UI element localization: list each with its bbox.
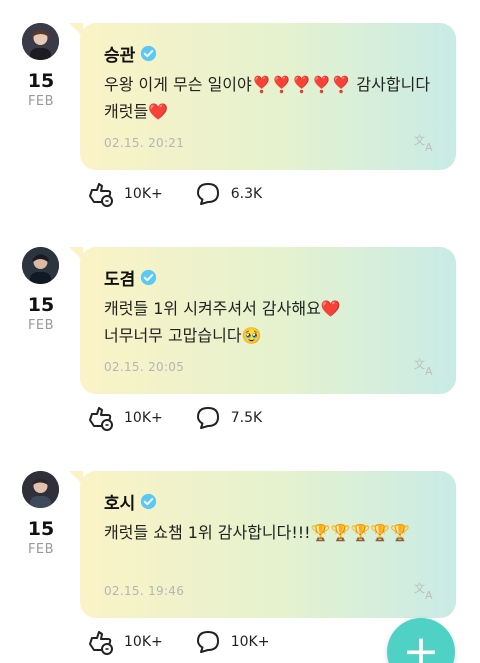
- translate-icon[interactable]: 文 A: [414, 356, 438, 376]
- like-count: 10K+: [124, 634, 163, 650]
- comment-icon: [196, 631, 219, 653]
- date-day: 15: [27, 518, 55, 540]
- verified-icon: [141, 493, 157, 510]
- comment-icon: [196, 407, 219, 429]
- post: 15 FEB 승관 우왕 이게 무슨 일이야❣️❣️❣️❣️❣️ 감사합니다 캐…: [0, 0, 480, 224]
- date-day: 15: [27, 70, 55, 92]
- post: 15 FEB 도겸 캐럿들 1위 시켜주셔서 감사해요❤️ 너무너무 고맙습니다…: [0, 224, 480, 448]
- plus-icon: +: [402, 626, 440, 663]
- date-month: FEB: [27, 318, 55, 333]
- feed: 15 FEB 승관 우왕 이게 무슨 일이야❣️❣️❣️❣️❣️ 감사합니다 캐…: [0, 0, 480, 663]
- post-time: 02.15. 20:21: [104, 136, 185, 150]
- avatar[interactable]: [22, 471, 59, 508]
- like-button[interactable]: 10K+: [86, 181, 163, 207]
- post-actions: 10K+ 7.5K: [86, 405, 292, 431]
- comment-button[interactable]: 7.5K: [193, 405, 262, 431]
- post-text: 캐럿들 쇼챔 1위 감사합니다!!!🏆🏆🏆🏆🏆: [104, 523, 411, 542]
- post-bubble[interactable]: 도겸 캐럿들 1위 시켜주셔서 감사해요❤️ 너무너무 고맙습니다🥹 02.15…: [69, 247, 456, 394]
- translate-icon[interactable]: 文 A: [414, 132, 438, 152]
- date-month: FEB: [27, 94, 55, 109]
- translate-icon[interactable]: 文 A: [414, 580, 438, 600]
- like-icon: [89, 631, 113, 655]
- like-count: 10K+: [124, 186, 163, 202]
- svg-text:A: A: [425, 141, 433, 152]
- comment-count: 7.5K: [230, 410, 263, 426]
- like-icon: [89, 183, 113, 207]
- like-button[interactable]: 10K+: [86, 629, 163, 655]
- comment-count: 10K+: [230, 634, 270, 650]
- comment-icon: [196, 183, 219, 205]
- post-time: 02.15. 20:05: [104, 360, 185, 374]
- date-day: 15: [27, 294, 55, 316]
- like-icon: [89, 407, 113, 431]
- author-name: 도겸: [104, 270, 136, 290]
- verified-icon: [141, 45, 157, 62]
- post-actions: 10K+ 10K+: [86, 629, 299, 655]
- post-actions: 10K+ 6.3K: [86, 181, 292, 207]
- svg-text:A: A: [425, 365, 433, 376]
- like-count: 10K+: [124, 410, 163, 426]
- avatar[interactable]: [22, 247, 59, 284]
- like-button[interactable]: 10K+: [86, 405, 163, 431]
- post-time: 02.15. 19:46: [104, 584, 185, 598]
- svg-text:文: 文: [414, 581, 425, 595]
- date-month: FEB: [27, 542, 55, 557]
- comment-button[interactable]: 10K+: [193, 629, 270, 655]
- post-text: 우왕 이게 무슨 일이야❣️❣️❣️❣️❣️ 감사합니다 캐럿들❤️: [104, 75, 436, 121]
- verified-icon: [141, 269, 157, 286]
- svg-text:A: A: [425, 589, 433, 600]
- avatar[interactable]: [22, 23, 59, 60]
- comment-button[interactable]: 6.3K: [193, 181, 262, 207]
- svg-text:文: 文: [414, 133, 425, 147]
- post-date: 15 FEB: [14, 70, 68, 109]
- author-name: 승관: [104, 46, 136, 66]
- post-bubble[interactable]: 승관 우왕 이게 무슨 일이야❣️❣️❣️❣️❣️ 감사합니다 캐럿들❤️ 02…: [69, 23, 456, 170]
- post-text: 캐럿들 1위 시켜주셔서 감사해요❤️ 너무너무 고맙습니다🥹: [104, 299, 341, 345]
- post-date: 15 FEB: [14, 294, 68, 333]
- post-date: 15 FEB: [14, 518, 68, 557]
- author-name: 호시: [104, 494, 136, 514]
- svg-text:文: 文: [414, 357, 425, 371]
- comment-count: 6.3K: [230, 186, 263, 202]
- post-bubble[interactable]: 호시 캐럿들 쇼챔 1위 감사합니다!!!🏆🏆🏆🏆🏆 02.15. 19:46 …: [69, 471, 456, 618]
